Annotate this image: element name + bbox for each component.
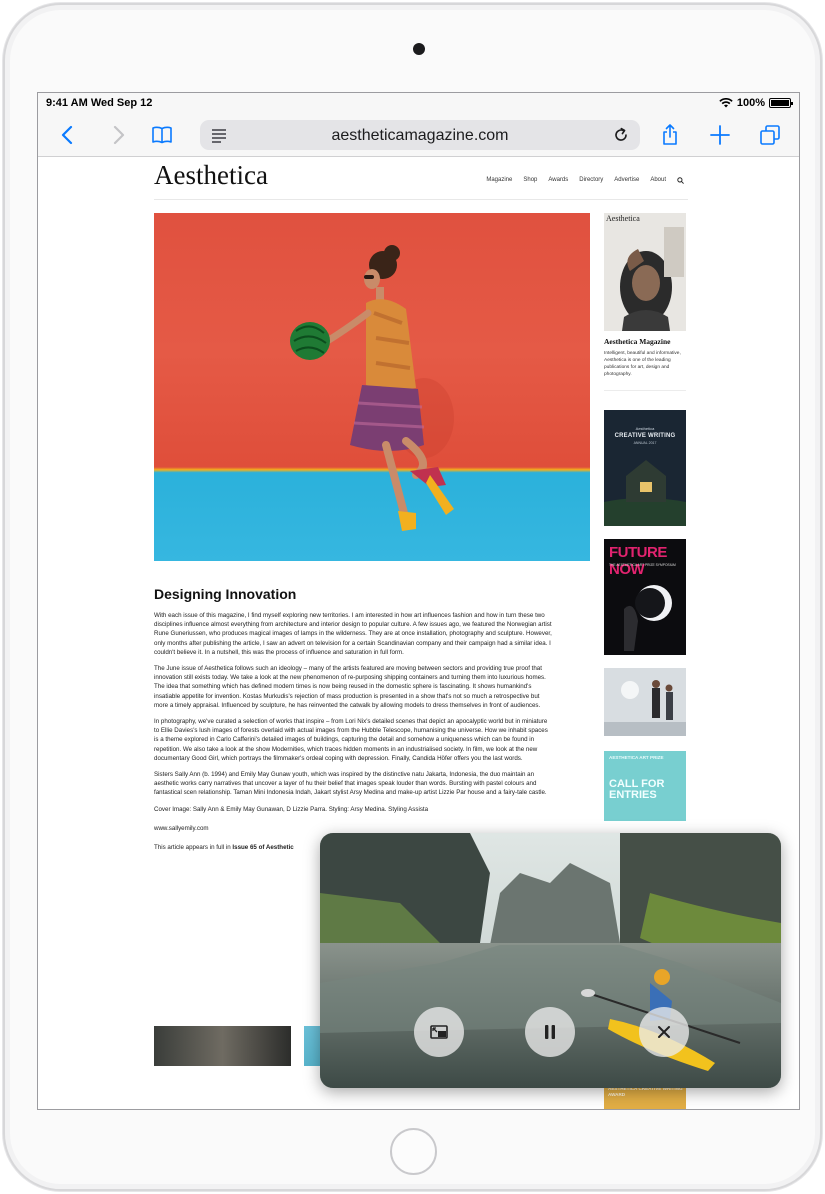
ad-call-for-entries[interactable]: AESTHETICA ART PRIZE CALL FOR ENTRIES [604,751,686,821]
reload-icon[interactable] [612,126,630,144]
chevron-right-icon [113,125,125,145]
article-paragraph-2: The June issue of Aesthetica follows suc… [154,665,546,709]
safari-toolbar: aestheticamagazine.com [38,113,799,157]
nav-awards[interactable]: Awards [548,177,568,184]
issue-link[interactable]: Issue 65 of Aesthetic [232,844,293,851]
new-tab-button[interactable] [704,119,736,151]
share-button[interactable] [654,119,686,151]
battery-icon [769,98,793,108]
nav-shop[interactable]: Shop [523,177,537,184]
gallery-illustration [604,668,686,736]
status-time: 9:41 AM Wed Sep 12 [46,97,153,109]
pip-restore-icon [430,1025,448,1039]
front-camera [413,43,425,55]
address-bar[interactable]: aestheticamagazine.com [200,120,640,150]
site-logo[interactable]: Aesthetica [154,160,268,191]
nav-advertise[interactable]: Advertise [614,177,639,184]
nav-about[interactable]: About [650,177,666,184]
search-icon[interactable] [677,177,684,184]
moon-illustration [624,585,672,651]
ad-future-now[interactable]: FUTURE NOW THE AESTHETICA ART PRIZE SYMP… [604,539,686,655]
cabin-illustration [604,460,686,526]
article-paragraph-4: Sisters Sally Ann (b. 1994) and Emily Ma… [154,771,547,797]
article-paragraph-3: In photography, we've curated a selectio… [154,718,548,762]
article-title: Designing Innovation [154,586,297,602]
magazine-cover[interactable]: Aesthetica [604,213,686,331]
ad4-title: CALL FOR ENTRIES [609,778,665,801]
pip-restore-button[interactable] [414,1007,464,1057]
book-icon [152,126,172,144]
article-website-link[interactable]: www.sallyemily.com [154,824,552,833]
ad4-subtitle: AESTHETICA ART PRIZE [609,755,664,760]
magazine-cover-title: Aesthetica [606,214,640,223]
home-button[interactable] [390,1128,437,1175]
nav-magazine[interactable]: Magazine [486,177,512,184]
hero-image[interactable] [154,213,590,561]
status-right: 100% [719,97,793,109]
article: Designing Innovation With each issue of … [154,586,552,859]
chevron-left-icon [61,125,73,145]
forward-button[interactable] [102,119,134,151]
status-bar: 9:41 AM Wed Sep 12 100% [38,93,799,113]
site-nav: Magazine Shop Awards Directory Advertise… [486,177,684,184]
woman-watermelon-illustration [290,245,454,531]
battery-percent: 100% [736,97,765,109]
picture-in-picture-video[interactable] [320,833,781,1088]
close-icon [658,1026,670,1038]
ad-creative-writing[interactable]: Aesthetica CREATIVE WRITING ANNUAL 2017 [604,410,686,526]
tabs-icon [760,125,780,145]
magazine-name[interactable]: Aesthetica Magazine [604,337,670,346]
share-icon [663,124,677,145]
screen: 9:41 AM Wed Sep 12 100% aestheticamagazi… [37,92,800,1110]
nav-directory[interactable]: Directory [579,177,603,184]
pause-icon [545,1025,555,1039]
related-thumbnail-1[interactable] [154,1026,291,1066]
ad-gallery-photo[interactable] [604,668,686,736]
back-button[interactable] [52,119,84,151]
cover-portrait-illustration [620,227,684,331]
plus-icon [710,125,730,145]
article-paragraph-1: With each issue of this magazine, I find… [154,612,552,656]
close-pip-button[interactable] [639,1007,689,1057]
magazine-card[interactable]: Aesthetica Aesthetica Magazine Intellige… [604,213,686,391]
bookmarks-button[interactable] [146,119,178,151]
magazine-description: Intelligent, beautiful and informative, … [604,351,681,377]
site-header: Aesthetica Magazine Shop Awards Director… [154,158,688,200]
wifi-icon [719,98,733,108]
pause-button[interactable] [525,1007,575,1057]
url-text: aestheticamagazine.com [331,127,509,144]
tabs-button[interactable] [754,119,786,151]
article-image-credit: Cover Image: Sally Ann & Emily May Gunaw… [154,805,429,813]
issue-note-prefix: This article appears in full in [154,844,233,852]
